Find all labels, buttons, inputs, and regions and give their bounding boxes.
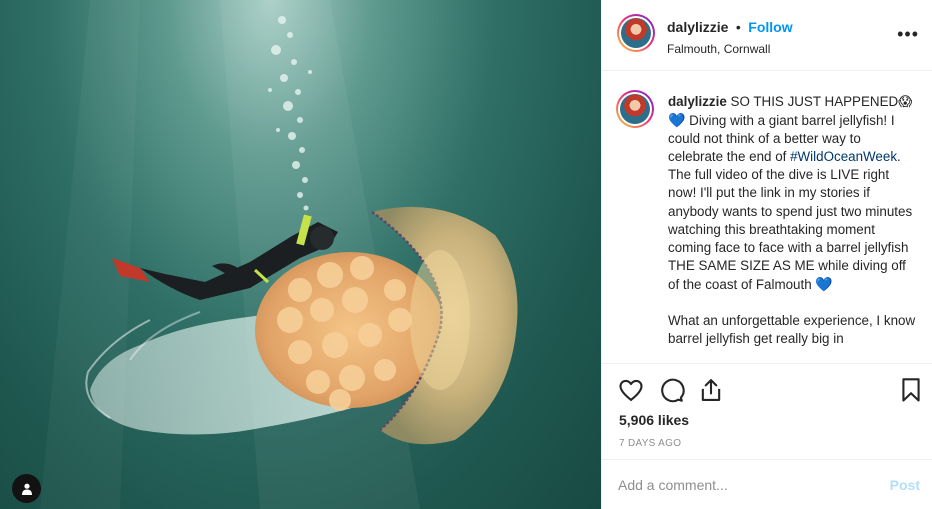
caption-text-part: SO THIS JUST HAPPENED <box>726 94 899 109</box>
caption-username[interactable]: dalylizzie <box>668 94 727 109</box>
jellyfish-diver-image <box>40 0 518 509</box>
caption-area: dalylizzie SO THIS JUST HAPPENED😱 💙 Divin… <box>602 72 932 362</box>
save-button[interactable] <box>897 376 925 404</box>
share-button[interactable] <box>697 376 725 404</box>
post-header: dalylizzie • Follow Falmouth, Cornwall •… <box>602 0 932 71</box>
caption-text-part: . The full video of the dive is LIVE rig… <box>668 149 916 292</box>
separator-dot: • <box>735 19 741 35</box>
blue-heart-icon: 💙 <box>668 112 686 129</box>
post-photo[interactable] <box>0 0 601 509</box>
comment-form: Post <box>602 461 932 509</box>
caption-avatar[interactable] <box>616 90 654 128</box>
hashtag-link[interactable]: #WildOceanWeek <box>790 149 897 164</box>
post-comment-button[interactable]: Post <box>890 477 920 493</box>
avatar[interactable] <box>617 14 655 52</box>
bookmark-icon <box>902 378 920 402</box>
comment-input[interactable] <box>618 475 878 495</box>
follow-button[interactable]: Follow <box>748 19 792 35</box>
scream-emoji-icon: 😱 <box>898 94 913 109</box>
like-button[interactable] <box>617 376 645 404</box>
user-tag-button[interactable] <box>12 474 41 503</box>
heart-icon <box>619 379 643 401</box>
location-link[interactable]: Falmouth, Cornwall <box>667 42 793 56</box>
share-icon <box>701 379 721 401</box>
username-link[interactable]: dalylizzie <box>667 19 728 35</box>
comment-icon <box>661 378 685 403</box>
action-bar: 5,906 likes 7 DAYS AGO <box>602 363 932 460</box>
blue-heart-icon: 💙 <box>815 275 833 292</box>
post-side-panel: dalylizzie • Follow Falmouth, Cornwall •… <box>601 0 932 509</box>
more-options-icon[interactable]: ••• <box>897 24 919 45</box>
user-tag-icon <box>21 483 32 495</box>
comment-button[interactable] <box>657 376 685 404</box>
post-timestamp[interactable]: 7 DAYS AGO <box>619 438 681 449</box>
likes-count[interactable]: 5,906 likes <box>619 412 689 428</box>
caption-text-part: What an unforgettable experience, I know… <box>668 313 916 347</box>
caption-text: dalylizzie SO THIS JUST HAPPENED😱 💙 Divin… <box>668 93 918 348</box>
